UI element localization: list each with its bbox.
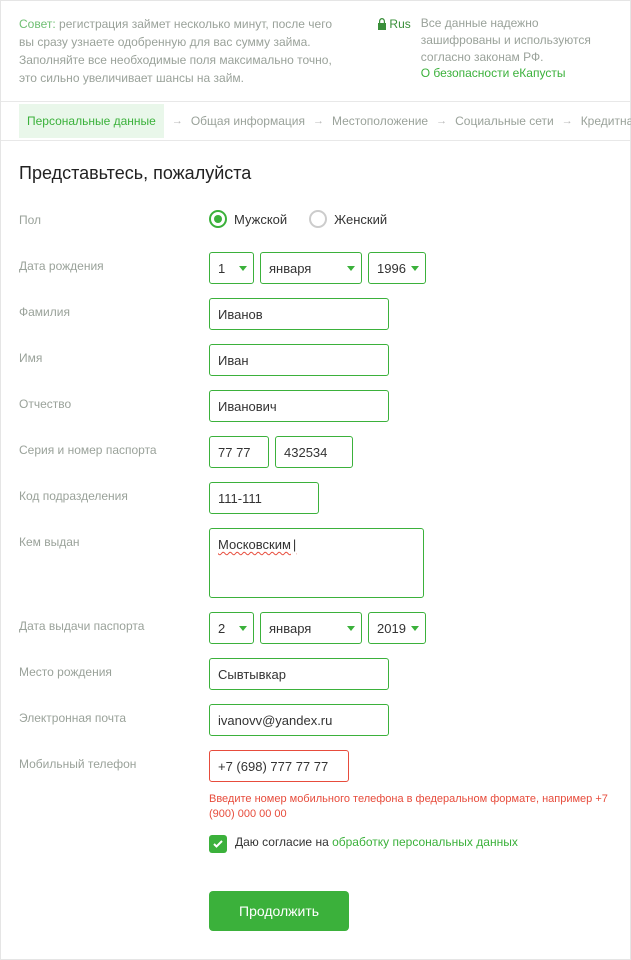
label-issuer: Кем выдан [19,528,209,549]
label-phone: Мобильный телефон [19,750,209,771]
security-link[interactable]: О безопасности еКапусты [421,66,566,80]
step-personal[interactable]: Персональные данные [19,104,164,138]
passport-number-input[interactable] [275,436,353,468]
tip-label: Совет: [19,17,56,31]
arrow-icon: → [436,115,447,127]
security-block: Rus Все данные надежно зашифрованы и исп… [377,15,612,87]
birthdate-day-select[interactable]: 1 [209,252,254,284]
step-nav: Персональные данные → Общая информация →… [1,102,630,141]
page-title: Представьтесь, пожалуйста [19,163,612,184]
radio-icon [209,210,227,228]
passport-series-input[interactable] [209,436,269,468]
label-issuedate: Дата выдачи паспорта [19,612,209,633]
lock-badge-text: Rus [389,17,410,31]
firstname-input[interactable] [209,344,389,376]
consent-link[interactable]: обработку персональных данных [332,835,518,849]
step-location[interactable]: Местоположение [332,114,428,128]
security-text: Все данные надежно зашифрованы и использ… [421,15,612,82]
phone-input[interactable] [209,750,349,782]
birthdate-year-select[interactable]: 1996 [368,252,426,284]
consent-checkbox[interactable] [209,835,227,853]
birthplace-input[interactable] [209,658,389,690]
label-patronymic: Отчество [19,390,209,411]
registration-tip: Совет: регистрация займет несколько мину… [19,15,347,87]
birthdate-month-select[interactable]: января [260,252,362,284]
issuedate-day-select[interactable]: 2 [209,612,254,644]
arrow-icon: → [313,115,324,127]
arrow-icon: → [562,115,573,127]
step-credit[interactable]: Кредитная история [581,114,631,128]
label-gender: Пол [19,206,209,227]
consent-text: Даю согласие на обработку персональных д… [235,835,518,849]
lastname-input[interactable] [209,298,389,330]
label-firstname: Имя [19,344,209,365]
label-lastname: Фамилия [19,298,209,319]
label-dept: Код подразделения [19,482,209,503]
label-birthplace: Место рождения [19,658,209,679]
label-birthdate: Дата рождения [19,252,209,273]
issuer-textarea[interactable]: Московским [209,528,424,598]
step-general[interactable]: Общая информация [191,114,305,128]
step-social[interactable]: Социальные сети [455,114,554,128]
issuedate-month-select[interactable]: января [260,612,362,644]
continue-button[interactable]: Продолжить [209,891,349,931]
dept-code-input[interactable] [209,482,319,514]
email-input[interactable] [209,704,389,736]
label-passport: Серия и номер паспорта [19,436,209,457]
radio-male[interactable]: Мужской [209,210,287,228]
radio-icon [309,210,327,228]
issuedate-year-select[interactable]: 2019 [368,612,426,644]
radio-female[interactable]: Женский [309,210,387,228]
label-email: Электронная почта [19,704,209,725]
patronymic-input[interactable] [209,390,389,422]
tip-body: регистрация займет несколько минут, посл… [19,17,332,85]
lock-icon: Rus [377,17,410,31]
phone-error-message: Введите номер мобильного телефона в феде… [209,792,612,823]
arrow-icon: → [172,115,183,127]
